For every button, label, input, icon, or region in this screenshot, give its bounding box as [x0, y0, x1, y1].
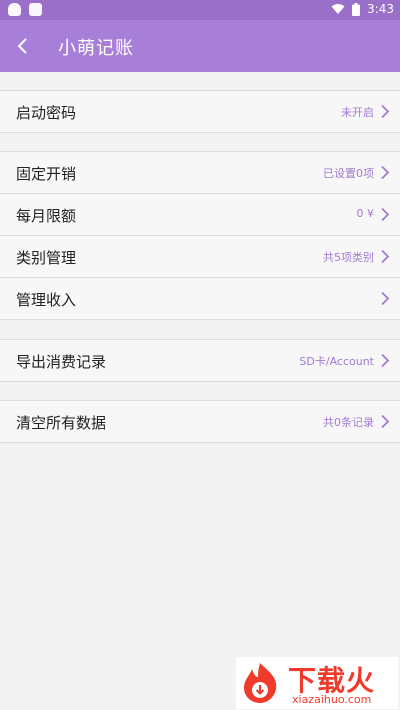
chevron-right-icon	[381, 165, 390, 180]
data-group: 清空所有数据 共0条记录	[0, 400, 400, 443]
notification-icons	[8, 3, 42, 16]
back-arrow-icon[interactable]	[10, 33, 36, 59]
qq-notification-icon	[8, 3, 21, 16]
setting-label: 固定开销	[16, 165, 77, 183]
setting-value: 0 ¥	[356, 207, 375, 220]
status-time: 3:43	[367, 2, 394, 16]
setting-label: 类别管理	[16, 249, 77, 267]
setting-value: 共5项类别	[323, 251, 374, 264]
setting-row-categories[interactable]: 类别管理 共5项类别	[0, 236, 400, 278]
budget-group: 固定开销 已设置0项 每月限额 0 ¥ 类别管理 共5项类别 管理收入	[0, 151, 400, 320]
setting-row-income[interactable]: 管理收入	[0, 278, 400, 320]
wifi-icon	[331, 4, 345, 14]
app-notification-icon	[29, 3, 42, 16]
setting-label: 每月限额	[16, 207, 77, 225]
setting-label: 清空所有数据	[16, 414, 107, 432]
setting-label: 导出消费记录	[16, 353, 107, 371]
setting-value: SD卡/Account	[299, 355, 374, 368]
battery-icon	[352, 2, 361, 16]
setting-value: 未开启	[341, 106, 374, 119]
chevron-right-icon	[381, 207, 390, 222]
flame-logo-icon	[244, 663, 277, 703]
export-group: 导出消费记录 SD卡/Account	[0, 339, 400, 382]
page-title: 小萌记账	[58, 38, 134, 59]
watermark: 下载火 xiazaihuo.com	[236, 657, 398, 709]
setting-row-password[interactable]: 启动密码 未开启	[0, 90, 400, 133]
setting-label: 管理收入	[16, 291, 77, 309]
watermark-domain: xiazaihuo.com	[292, 693, 372, 706]
security-group: 启动密码 未开启	[0, 90, 400, 133]
setting-row-monthly-limit[interactable]: 每月限额 0 ¥	[0, 194, 400, 236]
chevron-right-icon	[381, 414, 390, 429]
setting-row-export[interactable]: 导出消费记录 SD卡/Account	[0, 339, 400, 382]
chevron-right-icon	[381, 249, 390, 264]
setting-row-clear-data[interactable]: 清空所有数据 共0条记录	[0, 400, 400, 443]
setting-label: 启动密码	[16, 104, 77, 122]
setting-value: 已设置0项	[323, 167, 374, 180]
chevron-right-icon	[381, 291, 390, 306]
setting-row-fixed-expenses[interactable]: 固定开销 已设置0项	[0, 151, 400, 194]
status-bar: 3:43	[0, 0, 400, 20]
chevron-right-icon	[381, 104, 390, 119]
chevron-right-icon	[381, 353, 390, 368]
setting-value: 共0条记录	[323, 416, 374, 429]
app-bar: 小萌记账	[0, 20, 400, 72]
